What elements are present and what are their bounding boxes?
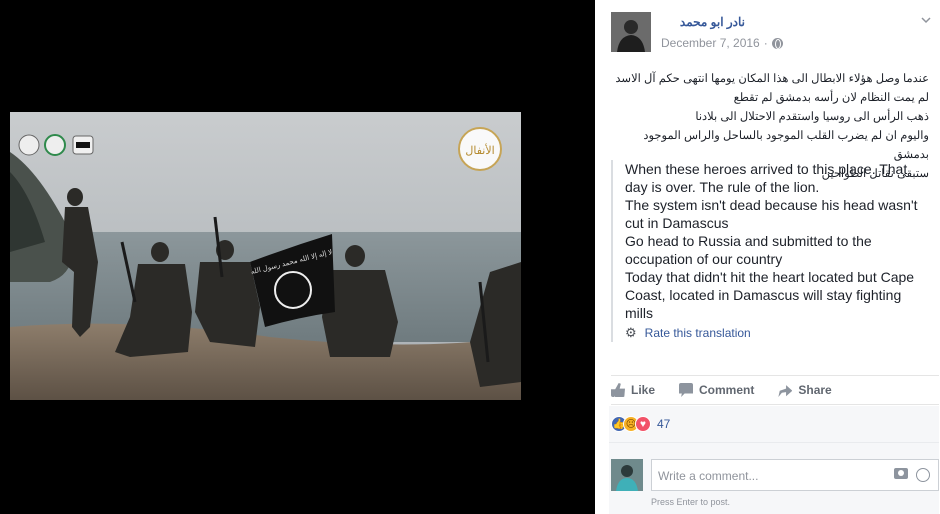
viewer-avatar: [611, 459, 643, 491]
share-button[interactable]: Share: [778, 383, 832, 397]
photo-viewer-stage: لا إله إلا الله محمد رسول الله الأنفال: [0, 0, 595, 514]
comment-icon: [679, 383, 694, 397]
translation-block: When these heroes arrived to this place.…: [611, 160, 931, 342]
arabic-line: عندما وصل هؤلاء الابطال الى هذا المكان ي…: [615, 73, 929, 85]
chevron-down-icon[interactable]: [920, 14, 932, 26]
author-name[interactable]: نادر ابو محمد: [645, 15, 745, 29]
comment-label: Comment: [699, 383, 755, 397]
gear-icon: ⚙: [625, 325, 637, 340]
reaction-count[interactable]: 47: [657, 417, 670, 431]
comment-composer: Write a comment... Press Enter to post.: [609, 442, 939, 514]
translation-line: Today that didn't hit the heart located …: [625, 269, 915, 321]
post-meta: December 7, 2016 ·: [661, 36, 783, 50]
watermark-logo-text: الأنفال: [465, 143, 494, 157]
post-actions: Like Comment Share: [611, 375, 939, 405]
like-label: Like: [631, 383, 656, 397]
translation-line: Go head to Russia and submitted to the o…: [625, 233, 872, 267]
post-sidebar: نادر ابو محمد December 7, 2016 · عندما و…: [595, 0, 940, 514]
thumbs-up-icon: [611, 383, 625, 397]
emoji-icon[interactable]: [916, 468, 930, 482]
post-date[interactable]: December 7, 2016: [661, 36, 760, 50]
camera-icon[interactable]: [894, 468, 908, 479]
comment-placeholder: Write a comment...: [658, 469, 759, 483]
share-label: Share: [798, 383, 832, 397]
like-button[interactable]: Like: [611, 383, 655, 397]
reactions-bar[interactable]: 👍 ☹ ♥ 47: [609, 406, 939, 442]
arabic-line: ذهب الرأس الى روسيا واستقدم الاحتلال الى…: [695, 111, 929, 123]
post-photo[interactable]: لا إله إلا الله محمد رسول الله الأنفال: [10, 112, 521, 400]
meta-separator: ·: [763, 36, 768, 50]
globe-icon[interactable]: [771, 37, 783, 49]
photo-image: لا إله إلا الله محمد رسول الله الأنفال: [10, 112, 521, 400]
comment-button[interactable]: Comment: [679, 383, 754, 397]
comment-tools: [894, 468, 930, 482]
comment-input[interactable]: Write a comment...: [651, 459, 939, 491]
share-icon: [778, 385, 793, 397]
translation-line: When these heroes arrived to this place.…: [625, 161, 908, 195]
rate-translation-link[interactable]: Rate this translation: [645, 324, 751, 342]
love-reaction-icon: ♥: [635, 416, 651, 432]
rate-translation[interactable]: ⚙ Rate this translation: [625, 324, 931, 342]
translation-line: The system isn't dead because his head w…: [625, 197, 918, 231]
comment-hint: Press Enter to post.: [651, 497, 731, 507]
arabic-line: لم يمت النظام لان رأسه بدمشق لم تقطع: [733, 92, 929, 104]
